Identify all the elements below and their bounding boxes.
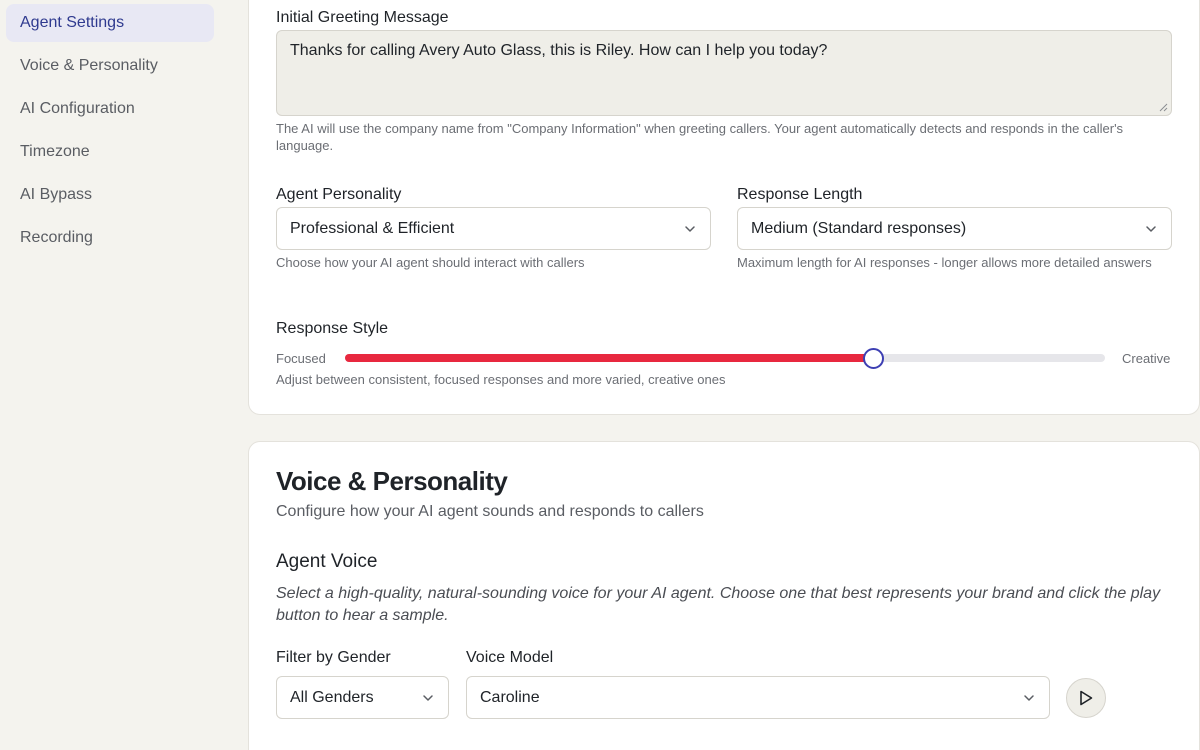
response-length-selected: Medium (Standard responses) <box>751 219 967 237</box>
response-length-select[interactable]: Medium (Standard responses) <box>737 207 1172 250</box>
sidebar-item-label: Recording <box>20 229 93 246</box>
chevron-down-icon <box>1146 226 1156 232</box>
slider-max-label: Creative <box>1122 351 1171 366</box>
section-title: Voice & Personality <box>276 466 508 496</box>
slider-thumb[interactable] <box>862 348 884 369</box>
agent-voice-description: Select a high-quality, natural-sounding … <box>276 585 1161 624</box>
response-length-help: Maximum length for AI responses - longer… <box>737 255 1152 270</box>
sidebar-item-agent-settings[interactable]: Agent Settings <box>6 4 214 42</box>
personality-help: Choose how your AI agent should interact… <box>276 255 585 270</box>
slider-min-label: Focused <box>276 351 326 366</box>
greeting-label: Initial Greeting Message <box>276 9 449 26</box>
sidebar-item-label: AI Configuration <box>20 100 135 117</box>
gender-filter-label: Filter by Gender <box>276 649 391 666</box>
chevron-down-icon <box>423 695 433 701</box>
response-style-help: Adjust between consistent, focused respo… <box>276 372 726 387</box>
play-icon <box>1080 690 1093 706</box>
greeting-help: The AI will use the company name from "C… <box>276 121 1124 153</box>
sidebar-item-label: Voice & Personality <box>20 57 158 74</box>
personality-selected: Professional & Efficient <box>290 219 455 237</box>
sidebar-item-timezone[interactable]: Timezone <box>6 133 214 171</box>
greeting-textarea[interactable]: Thanks for calling Avery Auto Glass, thi… <box>276 30 1172 116</box>
sidebar-item-ai-bypass[interactable]: AI Bypass <box>6 176 214 214</box>
sidebar-item-label: Timezone <box>20 143 90 160</box>
response-style-slider[interactable] <box>345 354 1105 362</box>
gender-selected: All Genders <box>290 688 374 706</box>
sidebar-item-ai-configuration[interactable]: AI Configuration <box>6 90 214 128</box>
greeting-value: Thanks for calling Avery Auto Glass, thi… <box>290 42 828 59</box>
chevron-down-icon <box>1024 695 1034 701</box>
response-length-label: Response Length <box>737 186 863 203</box>
sidebar-item-recording[interactable]: Recording <box>6 219 214 257</box>
sidebar: Agent Settings Voice & Personality AI Co… <box>0 0 230 750</box>
personality-label: Agent Personality <box>276 186 402 203</box>
chevron-down-icon <box>685 226 695 232</box>
sidebar-item-label: AI Bypass <box>20 186 93 203</box>
voice-model-label: Voice Model <box>466 649 554 666</box>
sidebar-item-label: Agent Settings <box>20 14 125 31</box>
sidebar-item-voice-personality[interactable]: Voice & Personality <box>6 47 214 85</box>
voice-model-selected: Caroline <box>480 688 540 706</box>
resize-grip-icon[interactable] <box>1159 103 1168 112</box>
slider-fill <box>345 354 874 362</box>
personality-select[interactable]: Professional & Efficient <box>276 207 711 250</box>
play-sample-button[interactable] <box>1066 678 1106 718</box>
voice-model-select[interactable]: Caroline <box>466 676 1050 719</box>
section-subtitle: Configure how your AI agent sounds and r… <box>276 503 704 520</box>
agent-voice-title: Agent Voice <box>276 551 378 572</box>
gender-filter-select[interactable]: All Genders <box>276 676 449 719</box>
response-style-label: Response Style <box>276 320 389 337</box>
